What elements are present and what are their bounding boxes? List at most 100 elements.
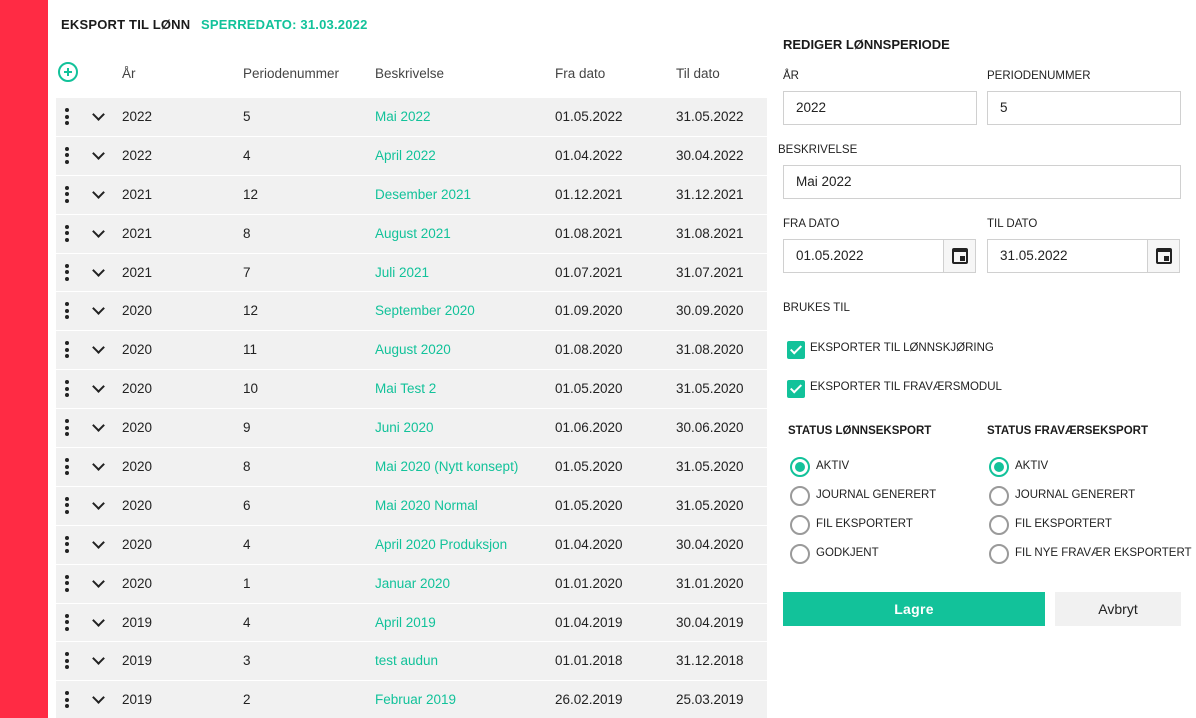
cancel-button[interactable]: Avbryt [1055, 592, 1181, 626]
to-date-input[interactable]: 31.05.2022 [987, 239, 1148, 273]
cell-description[interactable]: September 2020 [375, 303, 475, 318]
from-date-calendar-button[interactable] [943, 239, 976, 273]
period-input[interactable]: 5 [987, 91, 1181, 125]
chevron-down-icon[interactable] [92, 304, 104, 316]
cell-year: 2021 [122, 225, 153, 241]
more-options-icon[interactable] [64, 146, 70, 165]
table-row[interactable]: 2022 4 April 2022 01.04.2022 30.04.2022 [56, 136, 767, 176]
more-options-icon[interactable] [64, 574, 70, 593]
cell-to-date: 31.07.2021 [676, 264, 744, 280]
cell-description[interactable]: April 2022 [375, 148, 436, 163]
table-row[interactable]: 2021 12 Desember 2021 01.12.2021 31.12.2021 [56, 175, 767, 215]
chevron-down-icon[interactable] [92, 421, 104, 433]
more-options-icon[interactable] [64, 613, 70, 632]
chevron-down-icon[interactable] [92, 538, 104, 550]
cell-to-date: 31.12.2018 [676, 653, 744, 669]
column-header-year[interactable]: År [122, 66, 136, 81]
table-row[interactable]: 2019 2 Februar 2019 26.02.2019 25.03.2019 [56, 681, 767, 718]
year-input[interactable]: 2022 [783, 91, 977, 125]
cell-description[interactable]: April 2019 [375, 615, 436, 630]
chevron-down-icon[interactable] [92, 227, 104, 239]
status-absence-radio-new-absence[interactable] [989, 544, 1009, 564]
chevron-down-icon[interactable] [92, 110, 104, 122]
more-options-icon[interactable] [64, 224, 70, 243]
more-options-icon[interactable] [64, 419, 70, 437]
cell-period: 1 [243, 575, 251, 591]
table-row[interactable]: 2020 12 September 2020 01.09.2020 30.09.2020 [56, 292, 767, 332]
cell-description[interactable]: Mai 2020 Normal [375, 498, 478, 513]
cell-description[interactable]: Juli 2021 [375, 265, 429, 280]
cell-period: 8 [243, 459, 251, 475]
cell-description[interactable]: test audun [375, 653, 438, 668]
more-options-icon[interactable] [64, 691, 70, 709]
to-date-calendar-button[interactable] [1147, 239, 1180, 273]
status-payroll-radio-active[interactable] [790, 457, 810, 477]
table-row[interactable]: 2022 5 Mai 2022 01.05.2022 31.05.2022 [56, 98, 767, 137]
more-options-icon[interactable] [64, 458, 70, 476]
table-row[interactable]: 2020 9 Juni 2020 01.06.2020 30.06.2020 [56, 409, 767, 449]
calendar-icon [952, 248, 968, 264]
cell-description[interactable]: Mai Test 2 [375, 381, 436, 396]
cell-description[interactable]: Juni 2020 [375, 420, 434, 435]
add-period-icon[interactable] [58, 62, 78, 82]
table-row[interactable]: 2020 10 Mai Test 2 01.05.2020 31.05.2020 [56, 370, 767, 410]
more-options-icon[interactable] [64, 341, 70, 359]
more-options-icon[interactable] [64, 185, 70, 204]
chevron-down-icon[interactable] [92, 149, 104, 161]
cell-from-date: 01.05.2020 [555, 497, 623, 513]
table-row[interactable]: 2021 7 Juli 2021 01.07.2021 31.07.2021 [56, 253, 767, 293]
more-options-icon[interactable] [64, 263, 70, 282]
status-absence-radio-active[interactable] [989, 457, 1009, 477]
cell-description[interactable]: August 2020 [375, 342, 451, 357]
table-row[interactable]: 2020 6 Mai 2020 Normal 01.05.2020 31.05.2020 [56, 486, 767, 526]
more-options-icon[interactable] [64, 496, 70, 515]
from-date-input[interactable]: 01.05.2022 [783, 239, 944, 273]
export-absence-checkbox[interactable] [787, 380, 805, 398]
chevron-down-icon[interactable] [92, 382, 104, 394]
cell-description[interactable]: Mai 2020 (Nytt konsept) [375, 459, 518, 474]
table-row[interactable]: 2019 3 test audun 01.01.2018 31.12.2018 [56, 642, 767, 682]
table-row[interactable]: 2020 11 August 2020 01.08.2020 31.08.2020 [56, 331, 767, 371]
cell-description[interactable]: Januar 2020 [375, 576, 450, 591]
cell-to-date: 31.01.2020 [676, 575, 744, 591]
description-input[interactable]: Mai 2022 [783, 165, 1181, 199]
more-options-icon[interactable] [64, 652, 70, 670]
status-absence-radio-file[interactable] [989, 515, 1009, 535]
status-payroll-radio-journal[interactable] [790, 486, 810, 506]
chevron-down-icon[interactable] [92, 654, 104, 666]
cell-description[interactable]: April 2020 Produksjon [375, 537, 507, 552]
cell-description[interactable]: Desember 2021 [375, 187, 471, 202]
column-header-period[interactable]: Periodenummer [243, 66, 339, 81]
cell-description[interactable]: August 2021 [375, 226, 451, 241]
chevron-down-icon[interactable] [92, 577, 104, 589]
table-row[interactable]: 2020 8 Mai 2020 (Nytt konsept) 01.05.2020 31… [56, 448, 767, 487]
more-options-icon[interactable] [64, 380, 70, 398]
cell-description[interactable]: Februar 2019 [375, 692, 456, 707]
save-button[interactable]: Lagre [783, 592, 1045, 626]
chevron-down-icon[interactable] [92, 460, 104, 472]
cell-description[interactable]: Mai 2022 [375, 109, 431, 124]
column-header-to-date[interactable]: Til dato [676, 66, 720, 81]
chevron-down-icon[interactable] [92, 616, 104, 628]
table-row[interactable]: 2020 4 April 2020 Produksjon 01.04.2020 30.0… [56, 525, 767, 565]
more-options-icon[interactable] [64, 108, 70, 126]
chevron-down-icon[interactable] [92, 188, 104, 200]
chevron-down-icon[interactable] [92, 693, 104, 705]
from-date-label: FRA DATO [783, 218, 840, 230]
chevron-down-icon[interactable] [92, 266, 104, 278]
cell-from-date: 01.08.2020 [555, 342, 623, 358]
status-absence-radio-journal[interactable] [989, 486, 1009, 506]
table-row[interactable]: 2019 4 April 2019 01.04.2019 30.04.2019 [56, 603, 767, 643]
column-header-description[interactable]: Beskrivelse [375, 66, 444, 81]
more-options-icon[interactable] [64, 302, 70, 320]
status-payroll-radio-file[interactable] [790, 515, 810, 535]
more-options-icon[interactable] [64, 535, 70, 554]
chevron-down-icon[interactable] [92, 499, 104, 511]
status-payroll-radio-approved[interactable] [790, 544, 810, 564]
export-payroll-checkbox[interactable] [787, 341, 805, 359]
table-row[interactable]: 2020 1 Januar 2020 01.01.2020 31.01.2020 [56, 564, 767, 604]
cell-year: 2020 [122, 342, 153, 358]
column-header-from-date[interactable]: Fra dato [555, 66, 605, 81]
table-row[interactable]: 2021 8 August 2021 01.08.2021 31.08.2021 [56, 214, 767, 254]
chevron-down-icon[interactable] [92, 343, 104, 355]
